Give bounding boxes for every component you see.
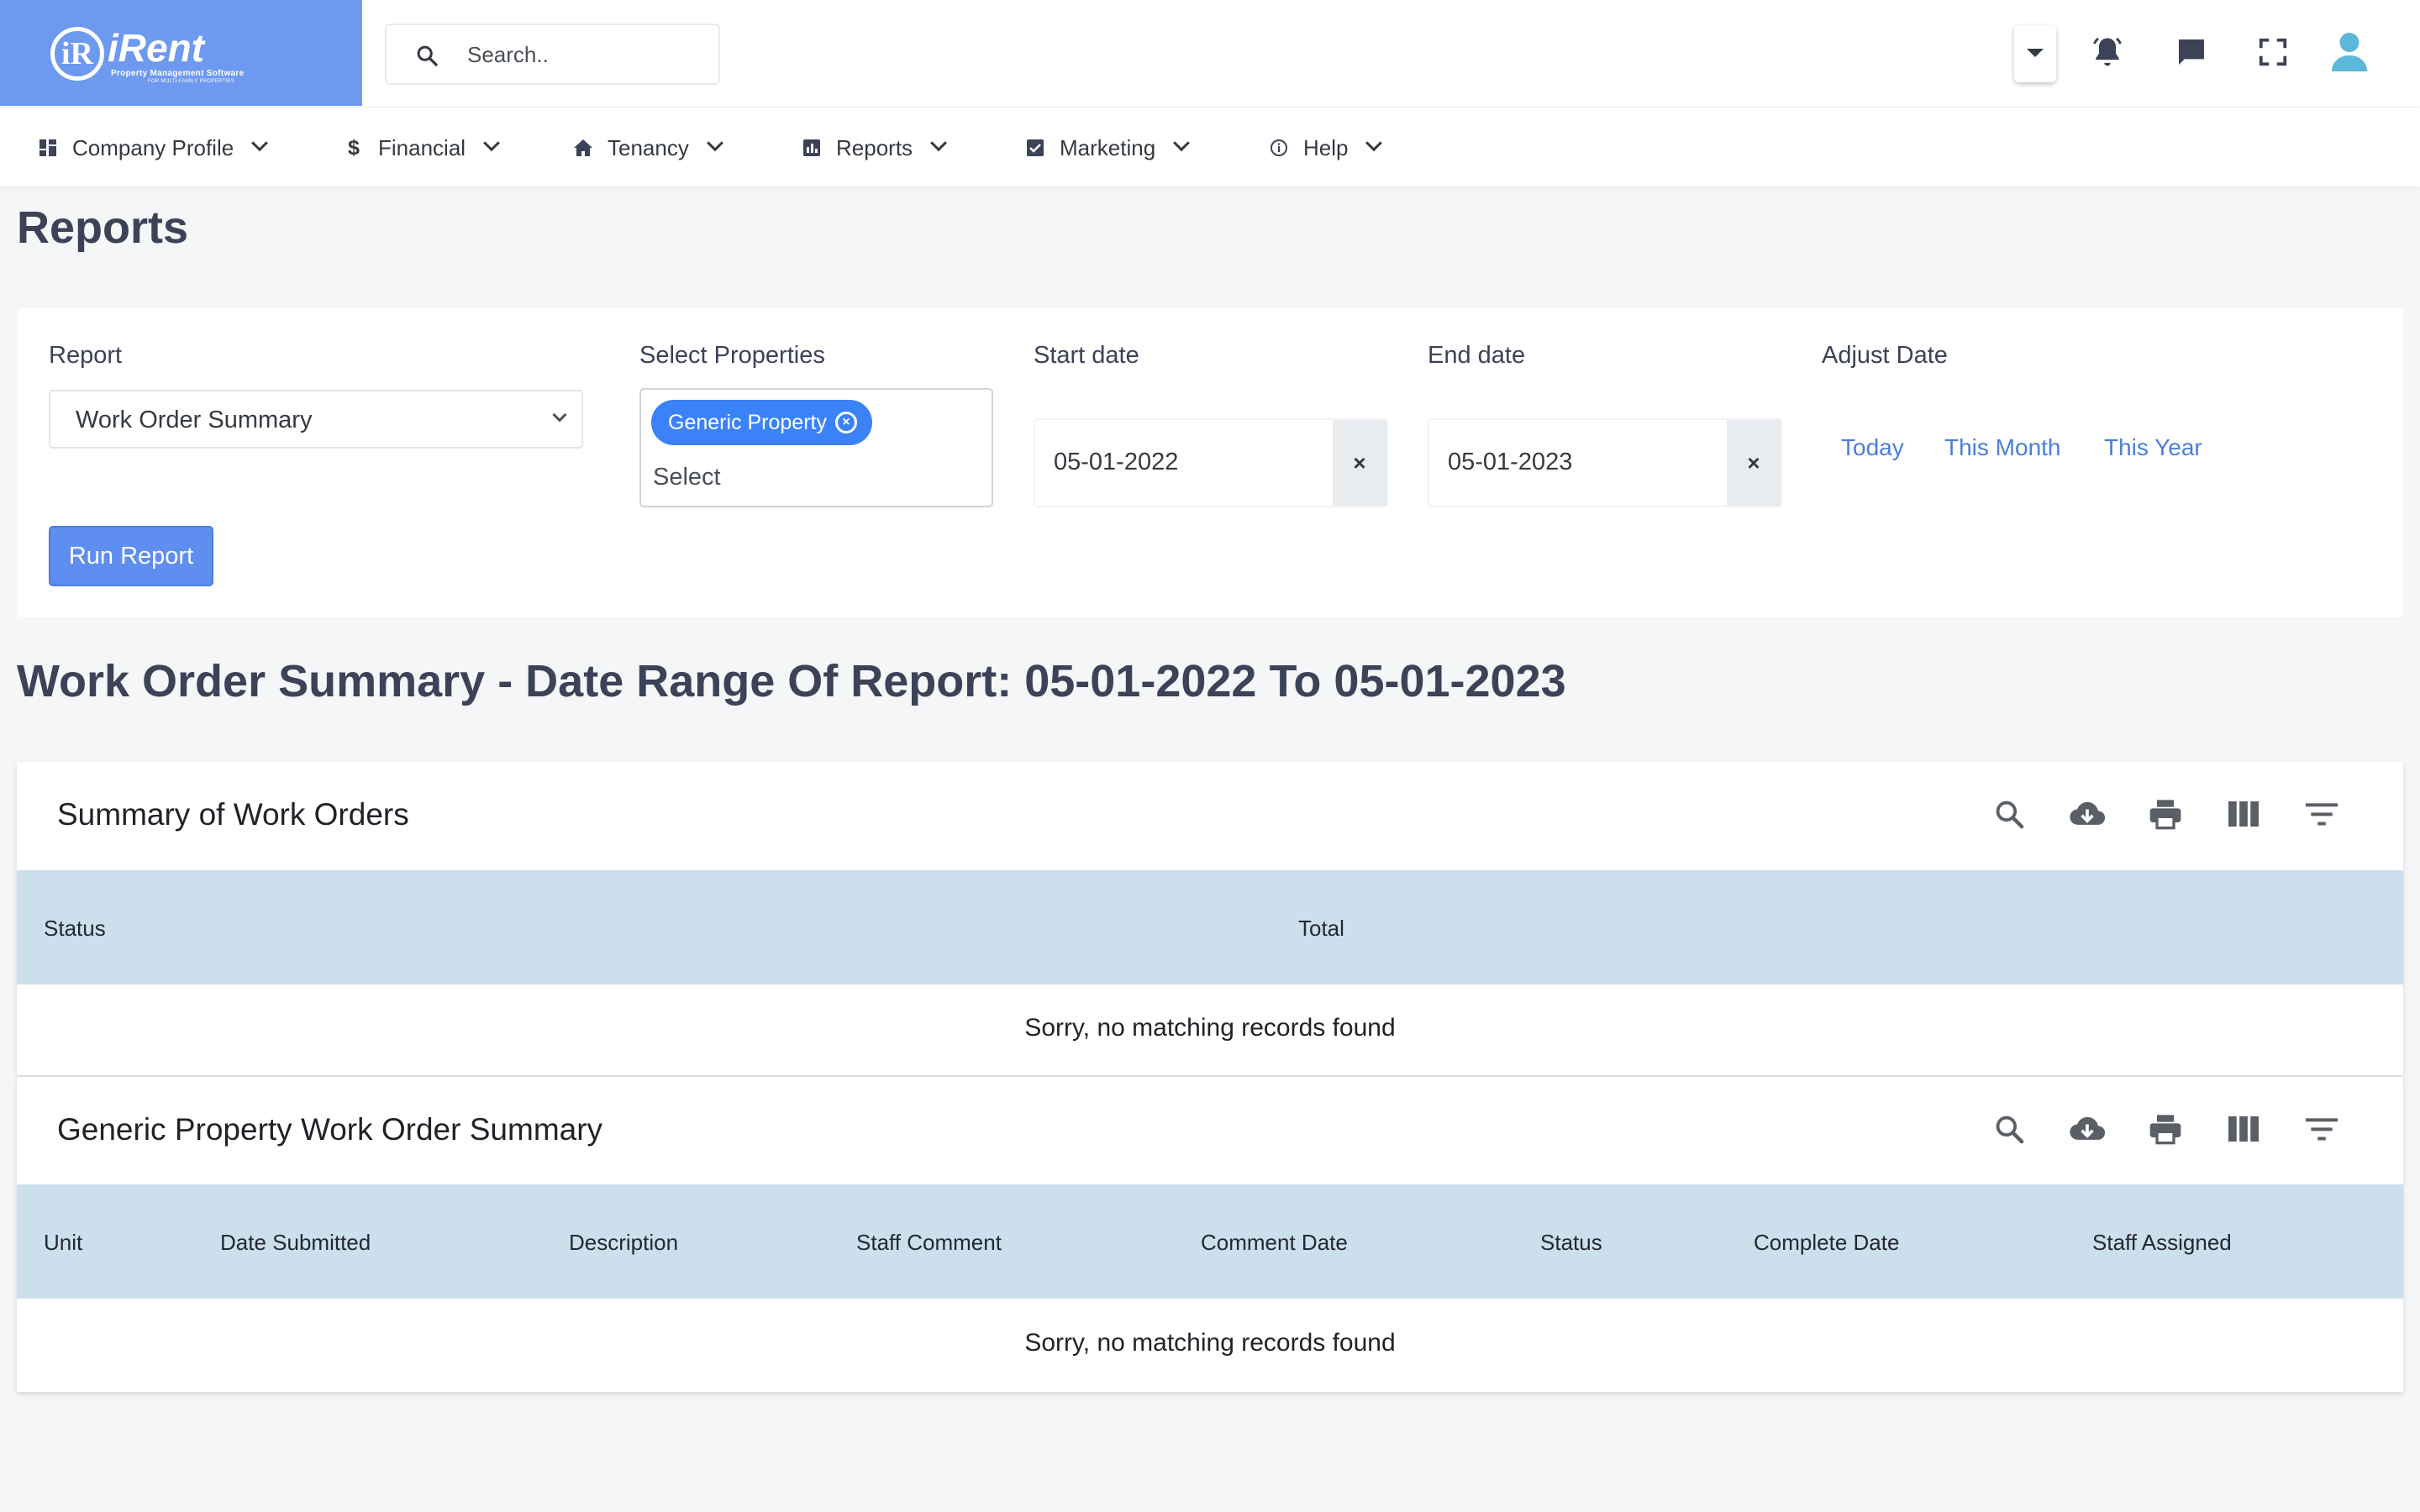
nav-tenancy[interactable]: Tenancy <box>574 133 723 163</box>
column-header-comment-date[interactable]: Comment Date <box>1201 1230 1348 1256</box>
search-input[interactable] <box>467 40 702 69</box>
nav-label: Company Profile <box>72 134 234 160</box>
property-chip: Generic Property × <box>651 400 872 445</box>
header-dropdown-toggle[interactable] <box>2014 25 2056 82</box>
property-chip-label: Generic Property <box>668 411 827 434</box>
table-title: Summary of Work Orders <box>57 797 409 832</box>
logo-tagline-sub: FOR MULTI-FAMILY PROPERTIES <box>148 79 235 84</box>
nav-label: Help <box>1303 134 1349 160</box>
run-report-button[interactable]: Run Report <box>49 526 213 586</box>
adjust-this-month-link[interactable]: This Month <box>1944 434 2061 461</box>
adjust-today-link[interactable]: Today <box>1841 434 1904 461</box>
empty-message: Sorry, no matching records found <box>1024 1014 1396 1042</box>
nav-label: Marketing <box>1060 134 1156 160</box>
search-box <box>385 24 720 85</box>
columns-icon[interactable] <box>2225 795 2262 832</box>
properties-placeholder: Select <box>653 464 721 491</box>
clear-end-date-button[interactable]: × <box>1727 420 1781 506</box>
table-title: Generic Property Work Order Summary <box>57 1112 603 1147</box>
logo-name: iRent <box>108 26 204 70</box>
print-icon[interactable] <box>2147 795 2184 832</box>
clear-start-date-button[interactable]: × <box>1333 420 1386 506</box>
chevron-down-icon <box>930 134 947 152</box>
report-date-range-heading: Work Order Summary - Date Range Of Repor… <box>17 656 1566 706</box>
end-date-value: 05-01-2023 <box>1448 449 1573 475</box>
nav-reports[interactable]: Reports <box>802 133 947 163</box>
column-header-description[interactable]: Description <box>569 1230 678 1256</box>
chart-icon <box>802 139 821 157</box>
table-header: Unit Date Submitted Description Staff Co… <box>17 1184 2403 1299</box>
chevron-down-icon <box>552 407 567 423</box>
nav-label: Reports <box>836 134 913 160</box>
column-header-date-submitted[interactable]: Date Submitted <box>220 1230 371 1256</box>
column-header-status[interactable]: Status <box>1540 1230 1602 1256</box>
summary-table-card: Summary of Work Orders Status Total Sorr… <box>17 762 2403 1075</box>
checkbox-icon <box>1026 139 1044 157</box>
report-filter-card: Report Work Order Summary Select Propert… <box>17 308 2403 617</box>
download-icon[interactable] <box>2069 795 2106 832</box>
start-date-field[interactable]: 05-01-2022 × <box>1034 418 1388 507</box>
filter-icon[interactable] <box>2303 1110 2340 1147</box>
end-date-field[interactable]: 05-01-2023 × <box>1428 418 1782 507</box>
search-icon <box>415 44 439 67</box>
column-header-complete-date[interactable]: Complete Date <box>1754 1230 1899 1256</box>
chevron-down-icon <box>483 134 500 152</box>
adjust-date-label: Adjust Date <box>1822 342 1948 369</box>
nav-company-profile[interactable]: Company Profile <box>39 133 269 163</box>
fullscreen-icon[interactable] <box>2248 25 2298 79</box>
logo-mark: iR <box>50 27 104 81</box>
chevron-down-icon <box>706 134 723 152</box>
start-date-label: Start date <box>1034 342 1139 369</box>
download-icon[interactable] <box>2069 1110 2106 1147</box>
user-icon[interactable] <box>2324 25 2375 79</box>
empty-message: Sorry, no matching records found <box>1024 1329 1396 1357</box>
nav-label: Tenancy <box>608 134 689 160</box>
logo-tagline: Property Management Software <box>111 69 245 78</box>
home-icon <box>574 139 592 157</box>
properties-label: Select Properties <box>639 342 825 369</box>
chevron-down-icon <box>2027 49 2044 57</box>
chat-icon[interactable] <box>2166 25 2217 79</box>
chevron-down-icon <box>251 134 269 152</box>
chevron-down-icon <box>1365 134 1383 152</box>
property-work-order-table-card: Generic Property Work Order Summary Unit… <box>17 1077 2403 1392</box>
search-icon[interactable] <box>1991 795 2028 832</box>
end-date-label: End date <box>1428 342 1526 369</box>
columns-icon[interactable] <box>2225 1110 2262 1147</box>
top-header: iR iRent Property Management Software FO… <box>0 0 2420 107</box>
page-title: Reports <box>17 202 189 253</box>
report-label: Report <box>49 342 123 369</box>
filter-icon[interactable] <box>2303 795 2340 832</box>
properties-multiselect[interactable]: Generic Property × Select <box>639 388 993 507</box>
remove-chip-icon[interactable]: × <box>834 412 857 433</box>
table-header: Status Total <box>17 870 2403 984</box>
column-header-staff-comment[interactable]: Staff Comment <box>856 1230 1002 1256</box>
logo[interactable]: iR iRent Property Management Software FO… <box>0 0 362 106</box>
report-select-value: Work Order Summary <box>76 407 313 433</box>
bell-icon[interactable] <box>2082 25 2133 79</box>
column-header-status[interactable]: Status <box>44 916 106 942</box>
nav-help[interactable]: Help <box>1270 133 1383 163</box>
dashboard-icon <box>39 139 57 157</box>
start-date-value: 05-01-2022 <box>1054 449 1179 475</box>
dollar-icon: $ <box>348 135 360 160</box>
column-header-unit[interactable]: Unit <box>44 1230 82 1256</box>
report-select[interactable]: Work Order Summary <box>49 390 583 449</box>
info-icon <box>1270 139 1288 157</box>
column-header-staff-assigned[interactable]: Staff Assigned <box>2092 1230 2232 1256</box>
print-icon[interactable] <box>2147 1110 2184 1147</box>
adjust-this-year-link[interactable]: This Year <box>2104 434 2202 461</box>
search-icon[interactable] <box>1991 1110 2028 1147</box>
nav-financial[interactable]: $ Financial <box>345 133 500 163</box>
nav-marketing[interactable]: Marketing <box>1026 133 1191 163</box>
column-header-total[interactable]: Total <box>1298 916 1344 942</box>
main-nav: Company Profile $ Financial Tenancy Repo… <box>0 108 2420 186</box>
chevron-down-icon <box>1173 134 1191 152</box>
nav-label: Financial <box>378 134 466 160</box>
